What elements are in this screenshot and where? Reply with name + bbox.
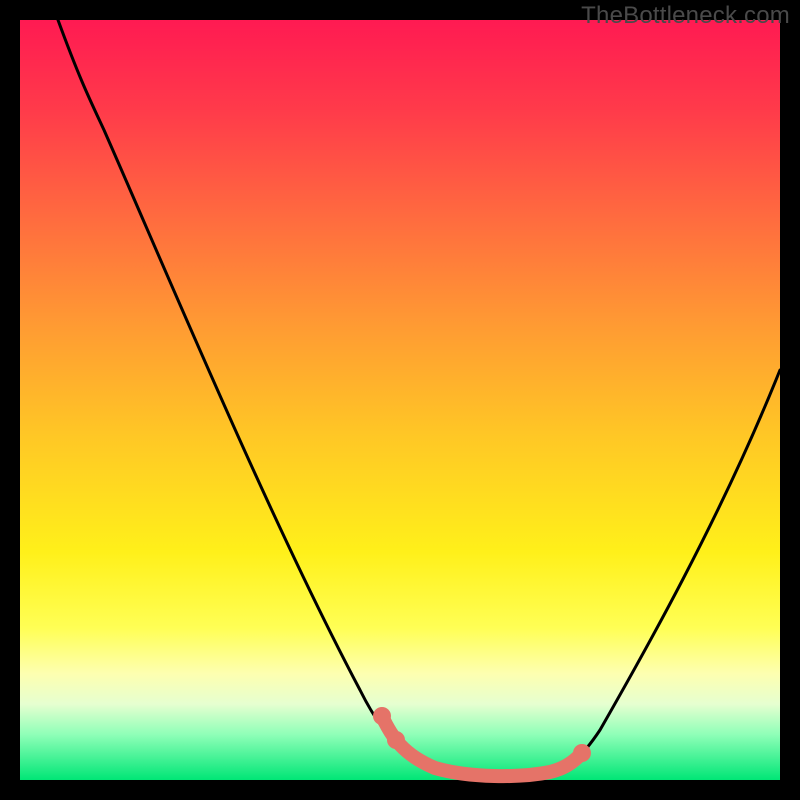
highlight-dot-right <box>573 744 591 762</box>
bottleneck-curve <box>58 20 780 776</box>
bottleneck-chart <box>20 20 780 780</box>
app-frame: TheBottleneck.com <box>0 0 800 800</box>
gradient-plot-area <box>20 20 780 780</box>
optimal-range-highlight <box>382 716 582 776</box>
highlight-dot-left-upper <box>373 707 391 725</box>
highlight-dot-left-lower <box>387 731 405 749</box>
